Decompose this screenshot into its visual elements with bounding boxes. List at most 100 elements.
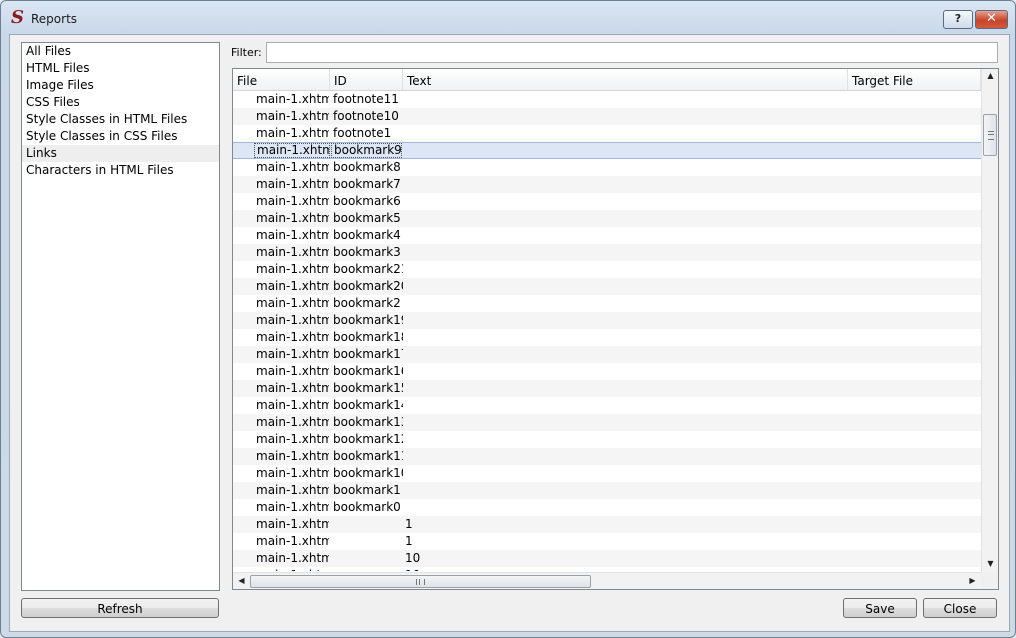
file-cell: main-1.xhtml — [256, 466, 329, 480]
file-cell: main-1.xhtml — [256, 126, 329, 140]
save-button[interactable]: Save — [843, 598, 917, 618]
table-body: main-1.xhtml footnote11 main-1.xhtml footno… — [233, 91, 981, 571]
file-cell: main-1.xhtml — [256, 262, 329, 276]
scroll-down-icon[interactable]: ▼ — [982, 559, 998, 568]
file-cell: main-1.xhtml — [256, 500, 329, 514]
table-row[interactable]: main-1.xhtml bookmark7 — [233, 176, 981, 193]
vertical-scrollbar[interactable]: ▲ ▼ — [981, 69, 998, 572]
file-cell: main-1.xhtml — [254, 143, 330, 158]
id-cell: footnote1 — [333, 126, 392, 140]
table-row[interactable]: main-1.xhtml 10 — [233, 567, 981, 571]
scroll-right-icon[interactable]: ▶ — [964, 576, 981, 585]
table-row[interactable]: main-1.xhtml bookmark10 — [233, 465, 981, 482]
id-cell: bookmark2 — [333, 296, 401, 310]
help-button[interactable]: ? — [943, 10, 973, 29]
table-row[interactable]: main-1.xhtml bookmark5 — [233, 210, 981, 227]
id-cell: bookmark14 — [333, 398, 403, 412]
id-cell: bookmark3 — [333, 245, 401, 259]
report-item-all-files[interactable]: All Files — [22, 43, 219, 60]
window-close-button[interactable]: ✕ — [975, 10, 1008, 29]
id-cell: bookmark19 — [333, 313, 403, 327]
report-item-css-files[interactable]: CSS Files — [22, 94, 219, 111]
table-row[interactable]: main-1.xhtml bookmark6 — [233, 193, 981, 210]
title-bar: S Reports ? ✕ — [1, 1, 1015, 35]
file-cell: main-1.xhtml — [256, 415, 329, 429]
id-cell: bookmark20 — [333, 279, 403, 293]
vertical-scroll-thumb[interactable] — [983, 114, 997, 156]
file-cell: main-1.xhtml — [256, 330, 329, 344]
table-row[interactable]: main-1.xhtml footnote10 — [233, 108, 981, 125]
file-cell: main-1.xhtml — [256, 109, 329, 123]
table-row[interactable]: main-1.xhtml bookmark18 — [233, 329, 981, 346]
dialog-body: All Files HTML Files Image Files CSS Fil… — [9, 34, 1010, 632]
report-item-image-files[interactable]: Image Files — [22, 77, 219, 94]
table-row[interactable]: main-1.xhtml bookmark1 — [233, 482, 981, 499]
file-cell: main-1.xhtml — [256, 347, 329, 361]
table-row[interactable]: main-1.xhtml bookmark9 — [233, 142, 981, 159]
table-row[interactable]: main-1.xhtml bookmark11 — [233, 448, 981, 465]
horizontal-scrollbar[interactable]: ◀ ▶ — [233, 572, 981, 589]
table-row[interactable]: main-1.xhtml bookmark14 — [233, 397, 981, 414]
id-cell: bookmark6 — [333, 194, 401, 208]
table-row[interactable]: main-1.xhtml 1 — [233, 533, 981, 550]
file-cell: main-1.xhtml — [256, 381, 329, 395]
id-cell: bookmark1 — [333, 483, 401, 497]
id-cell: bookmark12 — [333, 432, 403, 446]
column-header-id[interactable]: ID — [330, 69, 403, 90]
scrollbar-corner — [981, 572, 998, 589]
report-item-links[interactable]: Links — [22, 145, 219, 162]
id-cell: bookmark0 — [333, 500, 401, 514]
id-cell: bookmark11 — [333, 449, 403, 463]
table-row[interactable]: main-1.xhtml footnote11 — [233, 91, 981, 108]
id-cell: bookmark5 — [333, 211, 401, 225]
report-item-style-classes-css[interactable]: Style Classes in CSS Files — [22, 128, 219, 145]
file-cell: main-1.xhtml — [256, 296, 329, 310]
id-cell: footnote11 — [333, 92, 399, 106]
report-type-list[interactable]: All Files HTML Files Image Files CSS Fil… — [21, 42, 220, 591]
close-button[interactable]: Close — [923, 598, 997, 618]
table-row[interactable]: main-1.xhtml footnote1 — [233, 125, 981, 142]
window-title: Reports — [31, 12, 78, 26]
grip-icon — [416, 579, 425, 585]
table-row[interactable]: main-1.xhtml bookmark15 — [233, 380, 981, 397]
report-item-characters[interactable]: Characters in HTML Files — [22, 162, 219, 179]
table-row[interactable]: main-1.xhtml 10 — [233, 550, 981, 567]
column-header-text[interactable]: Text — [403, 69, 848, 90]
refresh-button[interactable]: Refresh — [21, 598, 219, 618]
column-header-file[interactable]: ˆ File — [233, 69, 330, 90]
id-cell: footnote10 — [333, 109, 399, 123]
file-cell: main-1.xhtml — [256, 228, 329, 242]
file-cell: main-1.xhtml — [256, 551, 329, 565]
table-row[interactable]: main-1.xhtml bookmark12 — [233, 431, 981, 448]
filter-input[interactable] — [266, 42, 998, 63]
table-row[interactable]: main-1.xhtml bookmark2 — [233, 295, 981, 312]
id-cell: bookmark7 — [333, 177, 401, 191]
id-cell: bookmark18 — [333, 330, 403, 344]
grip-icon — [988, 131, 994, 140]
scroll-up-icon[interactable]: ▲ — [982, 71, 998, 80]
report-item-html-files[interactable]: HTML Files — [22, 60, 219, 77]
horizontal-scroll-thumb[interactable] — [250, 575, 591, 588]
file-cell: main-1.xhtml — [256, 432, 329, 446]
scroll-left-icon[interactable]: ◀ — [233, 576, 250, 585]
table-row[interactable]: main-1.xhtml bookmark19 — [233, 312, 981, 329]
file-cell: main-1.xhtml — [256, 398, 329, 412]
file-cell: main-1.xhtml — [256, 177, 329, 191]
table-row[interactable]: main-1.xhtml bookmark0 — [233, 499, 981, 516]
table-row[interactable]: main-1.xhtml bookmark16 — [233, 363, 981, 380]
column-header-target-file[interactable]: Target File — [848, 69, 981, 90]
table-row[interactable]: main-1.xhtml 1 — [233, 516, 981, 533]
text-cell: 10 — [405, 567, 805, 571]
report-item-style-classes-html[interactable]: Style Classes in HTML Files — [22, 111, 219, 128]
table-row[interactable]: main-1.xhtml bookmark3 — [233, 244, 981, 261]
table-row[interactable]: main-1.xhtml bookmark8 — [233, 159, 981, 176]
text-cell: 1 — [405, 534, 413, 548]
table-row[interactable]: main-1.xhtml bookmark4 — [233, 227, 981, 244]
file-cell: main-1.xhtml — [256, 517, 329, 531]
file-cell: main-1.xhtml — [256, 483, 329, 497]
table-row[interactable]: main-1.xhtml bookmark13 — [233, 414, 981, 431]
table-row[interactable]: main-1.xhtml bookmark20 — [233, 278, 981, 295]
table-row[interactable]: main-1.xhtml bookmark21 — [233, 261, 981, 278]
table-row[interactable]: main-1.xhtml bookmark17 — [233, 346, 981, 363]
file-cell: main-1.xhtml — [256, 245, 329, 259]
